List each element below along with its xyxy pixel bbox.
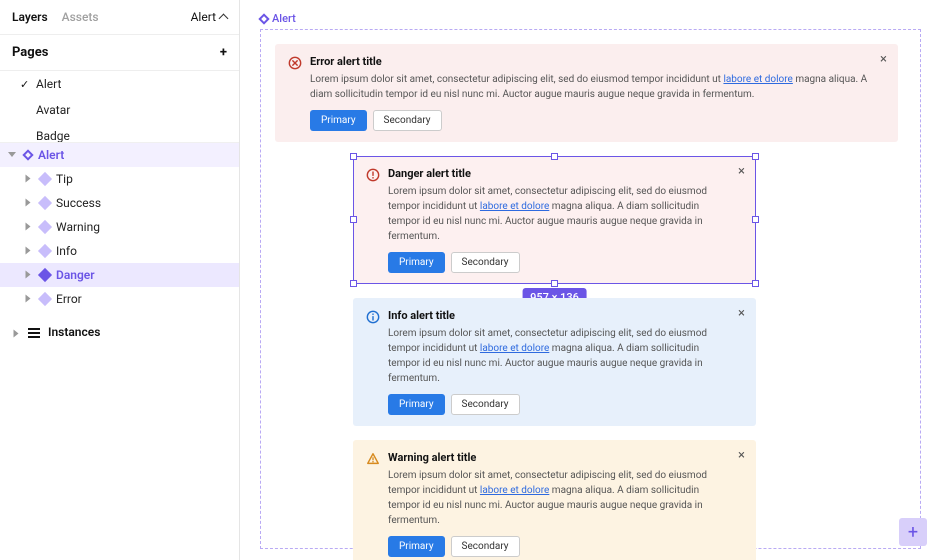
component-icon — [38, 220, 52, 234]
alert-title: Error alert title — [310, 55, 869, 68]
alert-body: Lorem ipsum dolor sit amet, consectetur … — [388, 184, 727, 244]
chevron-down-icon[interactable] — [8, 150, 18, 160]
info-icon — [366, 310, 380, 324]
frame-label[interactable]: Alert — [260, 12, 921, 25]
chevron-right-icon[interactable] — [12, 325, 20, 339]
context-label: Alert — [191, 10, 216, 24]
layer-item-danger[interactable]: Danger — [0, 263, 239, 287]
alert-info[interactable]: × Info alert title Lorem ipsum dolor sit… — [353, 298, 756, 426]
component-icon — [38, 244, 52, 258]
alert-link[interactable]: labore et dolore — [480, 485, 549, 496]
page-item-badge[interactable]: Badge — [0, 123, 239, 143]
sidebar: Layers Assets Alert Pages + Alert Avatar… — [0, 0, 240, 560]
sidebar-top-bar: Layers Assets Alert — [0, 0, 239, 35]
primary-button[interactable]: Primary — [388, 536, 445, 557]
add-page-button[interactable]: + — [220, 46, 227, 59]
alert-error[interactable]: × Error alert title Lorem ipsum dolor si… — [275, 44, 898, 142]
pages-heading: Pages — [12, 45, 48, 60]
tab-layers[interactable]: Layers — [12, 10, 48, 24]
chevron-right-icon[interactable] — [24, 222, 34, 232]
component-icon — [38, 292, 52, 306]
selection-wrap: × Danger alert title Lorem ipsum dolor s… — [275, 156, 906, 284]
alert-body: Lorem ipsum dolor sit amet, consectetur … — [310, 72, 869, 102]
instances-section[interactable]: Instances — [0, 317, 239, 347]
chevron-right-icon[interactable] — [24, 246, 34, 256]
component-frame[interactable]: × Error alert title Lorem ipsum dolor si… — [260, 29, 921, 549]
alert-warning[interactable]: × Warning alert title Lorem ipsum dolor … — [353, 440, 756, 560]
error-icon — [288, 56, 302, 70]
context-dropdown[interactable]: Alert — [191, 10, 227, 24]
layer-label: Tip — [56, 172, 73, 186]
canvas[interactable]: Alert × Error alert title Lorem ipsum do… — [240, 0, 941, 560]
chevron-up-icon — [219, 13, 229, 23]
layer-item-success[interactable]: Success — [0, 191, 239, 215]
alert-link[interactable]: labore et dolore — [480, 343, 549, 354]
layer-label: Info — [56, 244, 77, 258]
chevron-right-icon[interactable] — [24, 294, 34, 304]
page-label: Alert — [36, 77, 61, 91]
chevron-right-icon[interactable] — [24, 270, 34, 280]
layer-item-tip[interactable]: Tip — [0, 167, 239, 191]
page-item-alert[interactable]: Alert — [0, 71, 239, 97]
frame-name: Alert — [272, 12, 296, 25]
layer-item-warning[interactable]: Warning — [0, 215, 239, 239]
sidebar-tabs: Layers Assets — [12, 10, 99, 24]
close-icon[interactable]: × — [738, 307, 745, 320]
instances-icon — [28, 327, 40, 337]
layer-label: Error — [56, 292, 82, 306]
close-icon[interactable]: × — [738, 165, 745, 178]
chevron-right-icon[interactable] — [24, 174, 34, 184]
alert-link[interactable]: labore et dolore — [723, 74, 792, 85]
alert-title: Info alert title — [388, 309, 727, 322]
add-fab[interactable]: + — [899, 518, 927, 546]
primary-button[interactable]: Primary — [388, 252, 445, 273]
secondary-button[interactable]: Secondary — [451, 252, 520, 273]
layer-label: Warning — [56, 220, 100, 234]
layers-tree: Alert Tip Success Warning Info — [0, 143, 239, 560]
pages-list[interactable]: Alert Avatar Badge — [0, 71, 239, 143]
pages-header: Pages + — [0, 35, 239, 71]
component-icon — [38, 172, 52, 186]
alert-body: Lorem ipsum dolor sit amet, consectetur … — [388, 468, 727, 528]
page-label: Avatar — [36, 103, 70, 117]
layer-label: Alert — [38, 148, 64, 162]
alert-title: Warning alert title — [388, 451, 727, 464]
layer-label: Danger — [56, 268, 95, 282]
layer-root-alert[interactable]: Alert — [0, 143, 239, 167]
page-item-avatar[interactable]: Avatar — [0, 97, 239, 123]
alert-link[interactable]: labore et dolore — [480, 201, 549, 212]
page-label: Badge — [36, 129, 70, 143]
primary-button[interactable]: Primary — [388, 394, 445, 415]
alert-danger[interactable]: × Danger alert title Lorem ipsum dolor s… — [353, 156, 756, 284]
layer-item-error[interactable]: Error — [0, 287, 239, 311]
close-icon[interactable]: × — [880, 53, 887, 66]
component-set-icon — [22, 149, 33, 160]
component-icon — [38, 196, 52, 210]
secondary-button[interactable]: Secondary — [451, 394, 520, 415]
component-icon — [38, 268, 52, 282]
secondary-button[interactable]: Secondary — [373, 110, 442, 131]
alert-body: Lorem ipsum dolor sit amet, consectetur … — [388, 326, 727, 386]
instances-label: Instances — [48, 325, 100, 339]
warning-icon — [366, 452, 380, 466]
primary-button[interactable]: Primary — [310, 110, 367, 131]
chevron-right-icon[interactable] — [24, 198, 34, 208]
close-icon[interactable]: × — [738, 449, 745, 462]
alert-title: Danger alert title — [388, 167, 727, 180]
component-set-icon — [258, 13, 269, 24]
secondary-button[interactable]: Secondary — [451, 536, 520, 557]
tab-assets[interactable]: Assets — [62, 10, 99, 24]
layer-item-info[interactable]: Info — [0, 239, 239, 263]
danger-icon — [366, 168, 380, 182]
layer-label: Success — [56, 196, 101, 210]
